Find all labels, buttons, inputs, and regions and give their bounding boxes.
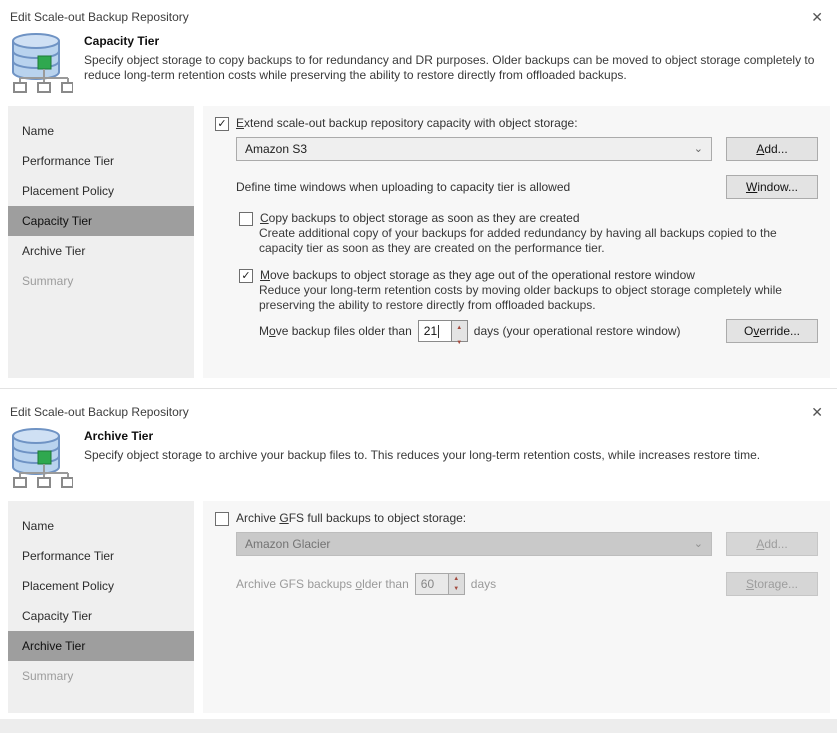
- spin-buttons: ▲ ▼: [452, 320, 468, 342]
- copy-backups-checkbox[interactable]: [239, 212, 253, 226]
- title-bar: Edit Scale-out Backup Repository ✕: [0, 0, 837, 28]
- sidebar-item-name[interactable]: Name: [8, 511, 194, 541]
- step-description: Specify object storage to copy backups t…: [84, 53, 822, 83]
- copy-backups-description: Create additional copy of your backups f…: [259, 226, 818, 256]
- object-storage-row: Amazon S3 ⌄ Add...: [236, 137, 818, 161]
- move-older-than-label: Move backup files older than: [259, 324, 412, 339]
- archive-days-spinner: 60 ▲ ▼: [415, 573, 465, 595]
- close-icon[interactable]: ✕: [811, 405, 823, 419]
- wizard-steps-sidebar: Name Performance Tier Placement Policy C…: [8, 501, 194, 713]
- check-icon: ✓: [217, 119, 226, 130]
- sidebar-item-summary: Summary: [8, 661, 194, 691]
- move-backups-description: Reduce your long-term retention costs by…: [259, 283, 818, 313]
- sidebar-item-performance-tier[interactable]: Performance Tier: [8, 541, 194, 571]
- check-icon: ✓: [241, 271, 250, 282]
- repository-icon: [6, 32, 74, 94]
- extend-capacity-checkbox[interactable]: ✓: [215, 117, 229, 131]
- archive-gfs-label: Archive GFS full backups to object stora…: [236, 511, 466, 525]
- copy-backups-label: Copy backups to object storage as soon a…: [260, 211, 580, 225]
- archive-older-than-suffix: days: [471, 577, 496, 591]
- move-backups-label: Move backups to object storage as they a…: [260, 268, 695, 282]
- time-window-row: Define time windows when uploading to ca…: [236, 175, 818, 199]
- step-title: Archive Tier: [84, 429, 760, 443]
- spin-down-icon: ▼: [449, 584, 464, 594]
- archive-storage-row: Amazon Glacier ⌄ Add...: [236, 532, 818, 556]
- chevron-down-icon: ⌄: [694, 539, 703, 549]
- window-button[interactable]: Window...: [726, 175, 818, 199]
- archive-tier-panel: Archive GFS full backups to object stora…: [203, 501, 830, 713]
- sidebar-item-capacity-tier[interactable]: Capacity Tier: [8, 206, 194, 236]
- spin-down-icon[interactable]: ▼: [452, 336, 467, 351]
- archive-gfs-checkbox[interactable]: [215, 512, 229, 526]
- sidebar-item-capacity-tier[interactable]: Capacity Tier: [8, 601, 194, 631]
- days-spinner: 21 ▲ ▼: [418, 320, 468, 342]
- archive-storage-select: Amazon Glacier ⌄: [236, 532, 712, 556]
- edit-sobr-dialog-capacity: Edit Scale-out Backup Repository ✕ Capac…: [0, 0, 837, 389]
- step-title: Capacity Tier: [84, 34, 822, 48]
- storage-button: Storage...: [726, 572, 818, 596]
- add-archive-storage-button: Add...: [726, 532, 818, 556]
- wizard-header-text: Archive Tier Specify object storage to a…: [74, 427, 760, 489]
- move-backups-row: ✓ Move backups to object storage as they…: [239, 268, 818, 283]
- archive-days-input: 60: [415, 573, 449, 595]
- title-bar: Edit Scale-out Backup Repository ✕: [0, 395, 837, 423]
- extend-capacity-label: Extend scale-out backup repository capac…: [236, 116, 578, 130]
- time-window-label: Define time windows when uploading to ca…: [236, 180, 570, 194]
- sidebar-item-archive-tier[interactable]: Archive Tier: [8, 631, 194, 661]
- sidebar-item-archive-tier[interactable]: Archive Tier: [8, 236, 194, 266]
- add-object-storage-button[interactable]: Add...: [726, 137, 818, 161]
- window-title: Edit Scale-out Backup Repository: [10, 405, 189, 419]
- repository-icon: [6, 427, 74, 489]
- archive-older-than-label: Archive GFS backups older than: [236, 577, 409, 591]
- override-button[interactable]: Override...: [726, 319, 818, 343]
- move-older-than-suffix: days (your operational restore window): [474, 324, 681, 339]
- copy-backups-row: Copy backups to object storage as soon a…: [239, 211, 818, 226]
- wizard-header-text: Capacity Tier Specify object storage to …: [74, 32, 822, 94]
- object-storage-selected-value: Amazon S3: [245, 142, 307, 156]
- window-title: Edit Scale-out Backup Repository: [10, 10, 189, 24]
- spin-up-icon: ▲: [449, 574, 464, 584]
- wizard-content: Name Performance Tier Placement Policy C…: [8, 106, 830, 378]
- edit-sobr-dialog-archive: Edit Scale-out Backup Repository ✕ Archi…: [0, 395, 837, 733]
- archive-storage-selected-value: Amazon Glacier: [245, 537, 330, 551]
- capacity-tier-panel: ✓ Extend scale-out backup repository cap…: [203, 106, 830, 378]
- spin-up-icon[interactable]: ▲: [452, 321, 467, 336]
- spin-buttons: ▲ ▼: [449, 573, 465, 595]
- text-cursor: [438, 325, 439, 338]
- sidebar-item-summary: Summary: [8, 266, 194, 296]
- sidebar-item-placement-policy[interactable]: Placement Policy: [8, 571, 194, 601]
- chevron-down-icon: ⌄: [694, 144, 703, 154]
- wizard-header: Capacity Tier Specify object storage to …: [0, 28, 837, 102]
- object-storage-select[interactable]: Amazon S3 ⌄: [236, 137, 712, 161]
- dialog-footer-strip: [0, 719, 837, 733]
- sidebar-item-performance-tier[interactable]: Performance Tier: [8, 146, 194, 176]
- wizard-content: Name Performance Tier Placement Policy C…: [8, 501, 830, 713]
- step-description: Specify object storage to archive your b…: [84, 448, 760, 463]
- sidebar-item-placement-policy[interactable]: Placement Policy: [8, 176, 194, 206]
- close-icon[interactable]: ✕: [811, 10, 823, 24]
- extend-capacity-row: ✓ Extend scale-out backup repository cap…: [215, 116, 818, 131]
- wizard-steps-sidebar: Name Performance Tier Placement Policy C…: [8, 106, 194, 378]
- days-input[interactable]: 21: [418, 320, 452, 342]
- move-older-than-row: Move backup files older than 21 ▲ ▼ days…: [259, 319, 818, 343]
- archive-older-than-row: Archive GFS backups older than 60 ▲ ▼ da…: [236, 572, 818, 596]
- archive-gfs-row: Archive GFS full backups to object stora…: [215, 511, 818, 526]
- wizard-header: Archive Tier Specify object storage to a…: [0, 423, 837, 497]
- move-backups-checkbox[interactable]: ✓: [239, 269, 253, 283]
- sidebar-item-name[interactable]: Name: [8, 116, 194, 146]
